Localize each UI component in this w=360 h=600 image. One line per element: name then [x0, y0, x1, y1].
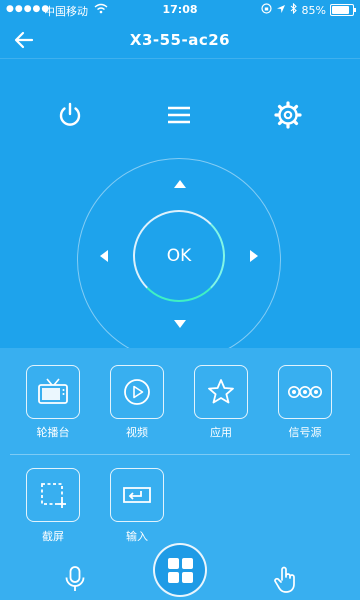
screenshot-label: 截屏 [42, 530, 64, 543]
touch-button[interactable] [272, 564, 300, 594]
bluetooth-icon [290, 2, 298, 17]
dpad-right-button[interactable] [250, 250, 258, 262]
tv-icon [38, 378, 68, 404]
settings-button[interactable] [273, 100, 303, 130]
shortcut-source-label: 信号源 [288, 426, 322, 439]
shortcut-video-button[interactable] [110, 365, 164, 419]
ok-label: OK [166, 246, 192, 266]
dpad-down-button[interactable] [174, 320, 186, 328]
battery-icon [330, 4, 356, 16]
hand-pointer-icon [274, 566, 295, 593]
source-icon [288, 386, 322, 398]
shortcut-apps-button[interactable] [194, 365, 248, 419]
status-right: 85% [260, 2, 356, 17]
input-button[interactable] [110, 468, 164, 522]
input-label: 输入 [126, 530, 148, 543]
shortcut-video-label: 视频 [126, 426, 148, 439]
battery-percent: 85% [301, 3, 326, 17]
location-icon [276, 4, 286, 17]
power-icon [59, 102, 81, 126]
ok-button[interactable]: OK [133, 210, 225, 302]
status-bar: ●●●●● 中国移动 17:08 85% [0, 0, 360, 20]
grid-icon [167, 557, 193, 583]
battery-level [332, 6, 349, 14]
input-icon [123, 487, 151, 503]
shortcut-tv-button[interactable] [26, 365, 80, 419]
home-grid-button[interactable] [153, 543, 207, 597]
dpad-up-button[interactable] [174, 180, 186, 188]
star-icon [208, 379, 234, 404]
page-title: X3-55-ac26 [129, 31, 231, 49]
shortcut-source-button[interactable] [278, 365, 332, 419]
play-icon [124, 379, 150, 405]
rotation-lock-icon [260, 3, 272, 17]
screenshot-button[interactable] [26, 468, 80, 522]
dpad-left-button[interactable] [100, 250, 108, 262]
power-button[interactable] [55, 100, 85, 130]
header-divider [0, 58, 360, 59]
voice-button[interactable] [62, 564, 88, 594]
microphone-icon [65, 566, 85, 591]
menu-button[interactable] [164, 100, 194, 130]
shortcut-tv-label: 轮播台 [36, 426, 70, 439]
gear-icon [274, 101, 302, 129]
shortcut-apps-label: 应用 [210, 426, 232, 439]
screenshot-icon [41, 483, 66, 508]
panel-divider [10, 454, 350, 455]
menu-icon [168, 106, 190, 124]
